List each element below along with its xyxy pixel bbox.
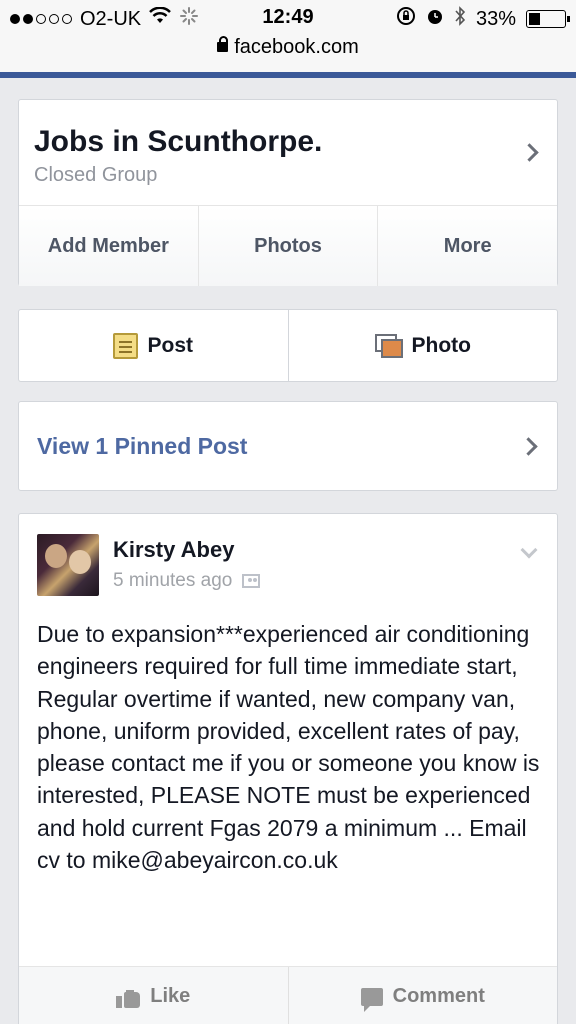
post-body: Due to expansion***experienced air condi… [37,621,540,874]
like-label: Like [150,985,191,1007]
post-time[interactable]: 5 minutes ago [113,570,232,592]
post-card: Kirsty Abey 5 minutes ago Due to expansi… [18,513,558,1024]
group-actions: Add Member Photos More [19,205,557,286]
rotation-lock-icon [396,6,416,32]
group-audience-icon [242,574,261,588]
pinned-post-label: View 1 Pinned Post [37,433,248,459]
photo-button-label: Photo [411,333,471,357]
photo-icon [374,333,403,358]
photo-button[interactable]: Photo [289,310,558,381]
battery-percent: 33% [475,7,516,30]
like-button[interactable]: Like [19,967,289,1024]
battery-icon [526,10,570,28]
group-header-card: Jobs in Scunthorpe. Closed Group Add Mem… [18,99,558,286]
chevron-down-icon[interactable] [520,541,538,559]
post-button-label: Post [147,333,193,357]
post-author[interactable]: Kirsty Abey [113,537,234,563]
chevron-right-icon[interactable] [520,143,539,162]
facebook-header-bar [0,72,576,78]
composer-card: Post Photo [18,309,558,382]
group-title[interactable]: Jobs in Scunthorpe. [34,125,322,159]
post-meta: 5 minutes ago [113,570,261,592]
status-bar: O2-UK 12:49 33% [0,6,576,32]
post-button[interactable]: Post [19,310,289,381]
lock-icon [217,36,229,52]
add-member-button[interactable]: Add Member [19,206,199,286]
group-privacy: Closed Group [34,164,158,186]
comment-icon [360,987,383,1012]
comment-label: Comment [392,985,485,1007]
thumbs-up-icon [116,986,141,1008]
chevron-right-icon [519,437,538,456]
avatar[interactable] [37,534,99,596]
note-icon [113,332,139,359]
address-bar[interactable]: facebook.com [0,36,576,59]
url-text: facebook.com [234,36,359,58]
photos-button[interactable]: Photos [199,206,379,286]
comment-button[interactable]: Comment [289,967,558,1024]
browser-chrome: O2-UK 12:49 33% facebook.com [0,0,576,72]
more-button[interactable]: More [378,206,557,286]
pinned-post-link[interactable]: View 1 Pinned Post [18,401,558,491]
bluetooth-icon [454,6,466,32]
post-actions: Like Comment [19,966,557,1024]
alarm-icon [426,6,444,32]
